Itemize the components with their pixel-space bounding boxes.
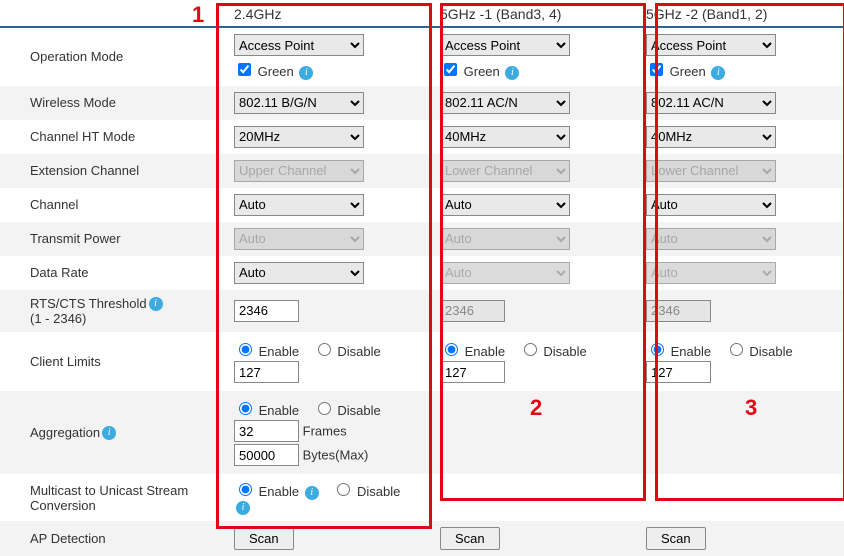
green-checkbox-5-2[interactable] bbox=[650, 63, 663, 76]
aggregation-frames-input-24[interactable] bbox=[234, 420, 299, 442]
extension-channel-select-24: Upper Channel bbox=[234, 160, 364, 182]
column-header-5ghz-2: 5GHz -2 (Band1, 2) bbox=[638, 0, 844, 27]
label-m2u: Multicast to Unicast Stream Conversion bbox=[0, 474, 226, 521]
frames-label: Frames bbox=[303, 424, 347, 439]
label-aggregation: Aggregation bbox=[30, 425, 100, 440]
wireless-mode-select-24[interactable]: 802.11 B/G/N bbox=[234, 92, 364, 114]
client-limits-enable-radio-5-2[interactable] bbox=[651, 343, 664, 356]
client-limits-disable-radio-24[interactable] bbox=[318, 343, 331, 356]
label-client-limits: Client Limits bbox=[0, 332, 226, 391]
rts-input-24[interactable] bbox=[234, 300, 299, 322]
channel-select-5-1[interactable]: Auto bbox=[440, 194, 570, 216]
transmit-power-select-24: Auto bbox=[234, 228, 364, 250]
channel-ht-select-24[interactable]: 20MHz bbox=[234, 126, 364, 148]
operation-mode-select-5-2[interactable]: Access Point bbox=[646, 34, 776, 56]
data-rate-select-5-1: Auto bbox=[440, 262, 570, 284]
label-wireless-mode: Wireless Mode bbox=[0, 86, 226, 120]
green-label: Green bbox=[464, 64, 500, 79]
rts-input-5-1 bbox=[440, 300, 505, 322]
green-label: Green bbox=[258, 64, 294, 79]
transmit-power-select-5-1: Auto bbox=[440, 228, 570, 250]
channel-ht-select-5-1[interactable]: 40MHz bbox=[440, 126, 570, 148]
green-checkbox-5-1[interactable] bbox=[444, 63, 457, 76]
info-icon[interactable]: i bbox=[299, 66, 313, 80]
scan-button-5-2[interactable]: Scan bbox=[646, 527, 706, 550]
wireless-mode-select-5-1[interactable]: 802.11 AC/N bbox=[440, 92, 570, 114]
label-rts-cts-range: (1 - 2346) bbox=[30, 311, 86, 326]
data-rate-select-24[interactable]: Auto bbox=[234, 262, 364, 284]
label-transmit-power: Transmit Power bbox=[0, 222, 226, 256]
transmit-power-select-5-2: Auto bbox=[646, 228, 776, 250]
client-limits-enable-radio-24[interactable] bbox=[239, 343, 252, 356]
aggregation-enable-radio-24[interactable] bbox=[239, 402, 252, 415]
label-rts-cts: RTS/CTS Threshold bbox=[30, 296, 147, 311]
operation-mode-select-5-1[interactable]: Access Point bbox=[440, 34, 570, 56]
m2u-enable-radio[interactable] bbox=[239, 483, 252, 496]
aggregation-disable-radio-24[interactable] bbox=[318, 402, 331, 415]
client-limits-input-5-1[interactable] bbox=[440, 361, 505, 383]
client-limits-disable-radio-5-2[interactable] bbox=[730, 343, 743, 356]
client-limits-disable-radio-5-1[interactable] bbox=[524, 343, 537, 356]
rts-input-5-2 bbox=[646, 300, 711, 322]
client-limits-enable-radio-5-1[interactable] bbox=[445, 343, 458, 356]
m2u-disable-radio[interactable] bbox=[337, 483, 350, 496]
label-data-rate: Data Rate bbox=[0, 256, 226, 290]
green-label: Green bbox=[670, 64, 706, 79]
client-limits-input-24[interactable] bbox=[234, 361, 299, 383]
channel-select-24[interactable]: Auto bbox=[234, 194, 364, 216]
column-header-5ghz-1: 5GHz -1 (Band3, 4) bbox=[432, 0, 638, 27]
info-icon[interactable]: i bbox=[711, 66, 725, 80]
green-checkbox-24[interactable] bbox=[238, 63, 251, 76]
bytes-max-label: Bytes(Max) bbox=[303, 448, 369, 463]
info-icon[interactable]: i bbox=[505, 66, 519, 80]
channel-select-5-2[interactable]: Auto bbox=[646, 194, 776, 216]
extension-channel-select-5-1: Lower Channel bbox=[440, 160, 570, 182]
operation-mode-select-24[interactable]: Access Point bbox=[234, 34, 364, 56]
data-rate-select-5-2: Auto bbox=[646, 262, 776, 284]
info-icon[interactable]: i bbox=[236, 501, 250, 515]
info-icon[interactable]: i bbox=[149, 297, 163, 311]
label-operation-mode: Operation Mode bbox=[0, 27, 226, 86]
client-limits-input-5-2[interactable] bbox=[646, 361, 711, 383]
label-extension-channel: Extension Channel bbox=[0, 154, 226, 188]
wireless-mode-select-5-2[interactable]: 802.11 AC/N bbox=[646, 92, 776, 114]
info-icon[interactable]: i bbox=[305, 486, 319, 500]
label-ap-detection: AP Detection bbox=[0, 521, 226, 556]
label-channel: Channel bbox=[0, 188, 226, 222]
column-header-24ghz: 2.4GHz bbox=[226, 0, 432, 27]
aggregation-bytes-input-24[interactable] bbox=[234, 444, 299, 466]
scan-button-5-1[interactable]: Scan bbox=[440, 527, 500, 550]
scan-button-24[interactable]: Scan bbox=[234, 527, 294, 550]
label-channel-ht-mode: Channel HT Mode bbox=[0, 120, 226, 154]
info-icon[interactable]: i bbox=[102, 426, 116, 440]
extension-channel-select-5-2: Lower Channel bbox=[646, 160, 776, 182]
channel-ht-select-5-2[interactable]: 40MHz bbox=[646, 126, 776, 148]
